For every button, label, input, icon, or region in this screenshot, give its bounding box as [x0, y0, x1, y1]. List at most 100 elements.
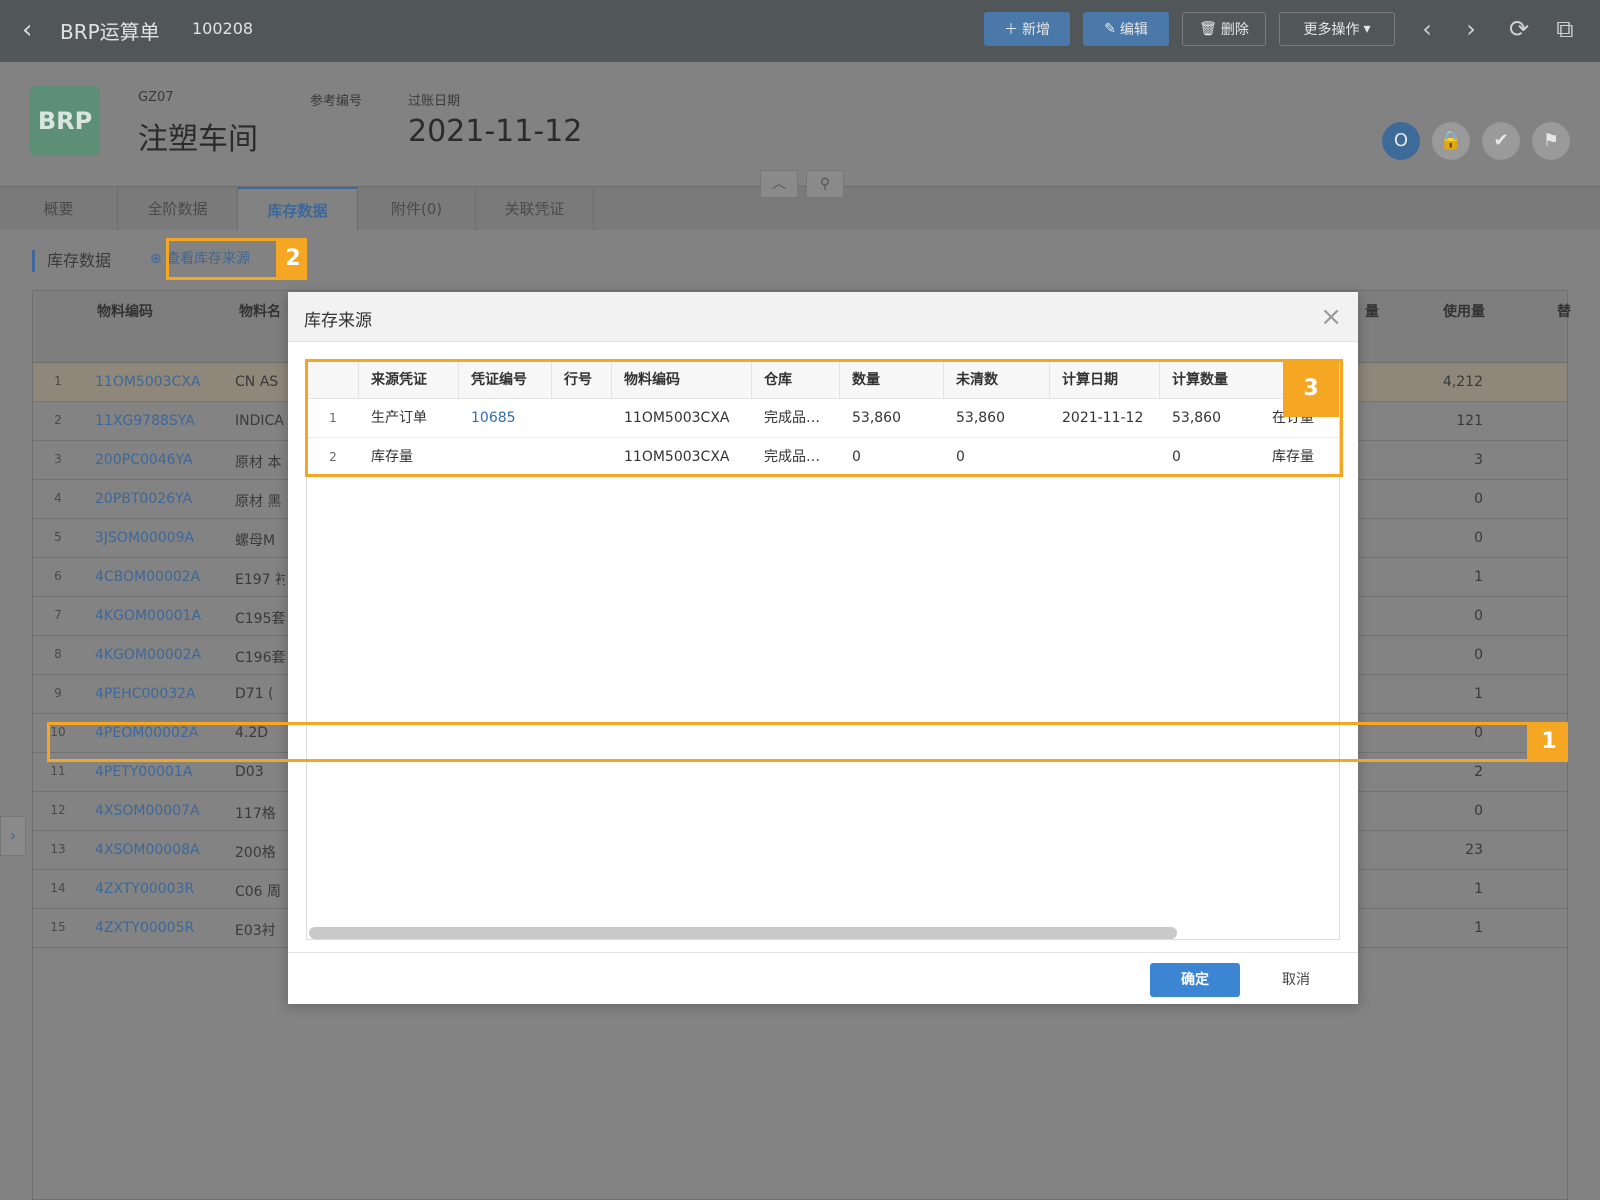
dialog-header: 库存来源 ×: [288, 292, 1358, 342]
callout-badge-3: 3: [1283, 361, 1339, 417]
lock-icon[interactable]: 🔒: [1432, 122, 1470, 160]
row-number: 4: [54, 491, 62, 505]
tab-related-vouchers[interactable]: 关联凭证: [476, 187, 594, 231]
document-header: BRP GZ07 注塑车间 参考编号 过账日期 2021-11-12 O 🔒 ✔…: [0, 62, 1600, 186]
back-chevron-icon[interactable]: ‹: [22, 16, 46, 44]
delete-button[interactable]: 🗑 删除: [1182, 12, 1266, 46]
edit-button[interactable]: ✎ 编辑: [1083, 12, 1169, 46]
usage-cell: 1: [1474, 686, 1483, 702]
document-number: 100208: [192, 19, 254, 38]
tab-overview[interactable]: 概要: [0, 187, 118, 231]
brp-logo: BRP: [30, 86, 100, 156]
refresh-icon[interactable]: ⟳: [1504, 14, 1534, 44]
tab-all-level-data[interactable]: 全阶数据: [118, 187, 238, 231]
material-code-link[interactable]: 11XG9788SYA: [95, 413, 195, 429]
material-name: C195套: [235, 611, 285, 627]
collapse-up-icon[interactable]: ︿: [760, 170, 798, 198]
open-external-icon[interactable]: ⧉: [1550, 14, 1580, 44]
reference-number-label: 参考编号: [310, 94, 363, 109]
usage-cell: 1: [1474, 920, 1483, 936]
more-actions-dropdown[interactable]: 更多操作 ▾: [1279, 12, 1395, 46]
workshop-name: 注塑车间: [138, 122, 258, 157]
material-code-link[interactable]: 4ZXTY00005R: [95, 920, 194, 936]
usage-cell: 0: [1474, 803, 1483, 819]
posting-date-label: 过账日期: [408, 94, 461, 109]
open-status-icon[interactable]: O: [1382, 122, 1420, 160]
row-number: 14: [50, 881, 66, 895]
callout-box-source-rows: [305, 359, 1343, 477]
new-button[interactable]: ＋新增: [984, 12, 1070, 46]
plus-icon: ＋: [1004, 22, 1018, 38]
row-number: 15: [50, 920, 66, 934]
dialog-footer: 确定 取消: [288, 952, 1358, 1004]
material-name: E197 衬: [235, 572, 285, 588]
material-code-link[interactable]: 4PEHC00032A: [95, 686, 196, 702]
material-code-link[interactable]: 4XSOM00007A: [95, 803, 200, 819]
usage-cell: 2: [1474, 764, 1483, 780]
material-name: 200格: [235, 845, 276, 861]
column-header-usage: 使用量: [1443, 304, 1485, 320]
material-code-link[interactable]: 11OM5003CXA: [95, 374, 201, 390]
pin-icon[interactable]: ⚲: [806, 170, 844, 198]
material-name: 原材 本: [235, 455, 282, 471]
flag-icon[interactable]: ⚑: [1532, 122, 1570, 160]
caret-down-icon: ▾: [1363, 21, 1371, 37]
usage-cell: 23: [1465, 842, 1483, 858]
material-code-link[interactable]: 4ZXTY00003R: [95, 881, 194, 897]
cancel-button[interactable]: 取消: [1266, 963, 1326, 997]
usage-cell: 1: [1474, 569, 1483, 585]
material-name: INDICA: [235, 413, 284, 429]
column-header-code: 物料编码: [97, 304, 153, 320]
material-name: 原材 黑: [235, 494, 282, 510]
plus-circle-icon: ⊕: [150, 251, 167, 267]
material-code-link[interactable]: 3JSOM00009A: [95, 530, 194, 546]
material-code-link[interactable]: 4PETY00001A: [95, 764, 192, 780]
previous-icon[interactable]: ‹: [1412, 14, 1442, 44]
row-number: 6: [54, 569, 62, 583]
usage-cell: 4,212: [1442, 374, 1483, 390]
callout-box-row-10: [47, 722, 1530, 762]
row-number: 9: [54, 686, 62, 700]
material-code-link[interactable]: 20PBT0026YA: [95, 491, 192, 507]
row-number: 1: [54, 374, 62, 388]
callout-badge-1: 1: [1530, 722, 1568, 762]
row-number: 7: [54, 608, 62, 622]
next-icon[interactable]: ›: [1456, 14, 1486, 44]
tab-attachments[interactable]: 附件(0): [358, 187, 476, 231]
row-number: 3: [54, 452, 62, 466]
workshop-code: GZ07: [138, 90, 174, 105]
close-icon[interactable]: ×: [1320, 302, 1342, 332]
row-number: 12: [50, 803, 66, 817]
material-name: 螺母M: [235, 533, 276, 549]
section-title: 库存数据: [32, 250, 111, 272]
column-header-extra: 替: [1557, 304, 1571, 320]
confirm-button[interactable]: 确定: [1150, 963, 1240, 997]
usage-cell: 3: [1474, 452, 1483, 468]
material-name: CN AS: [235, 374, 279, 390]
material-code-link[interactable]: 4KGOM00001A: [95, 608, 201, 624]
expand-panel-icon[interactable]: ›: [0, 816, 26, 856]
row-number: 8: [54, 647, 62, 661]
material-code-link[interactable]: 4CBOM00002A: [95, 569, 200, 585]
material-name: 117格: [235, 806, 276, 822]
approve-check-icon[interactable]: ✔: [1482, 122, 1520, 160]
material-name: C196套: [235, 650, 285, 666]
posting-date: 2021-11-12: [408, 114, 583, 149]
horizontal-scrollbar[interactable]: [309, 927, 1177, 939]
usage-cell: 0: [1474, 491, 1483, 507]
usage-cell: 0: [1474, 647, 1483, 663]
row-number: 13: [50, 842, 66, 856]
material-code-link[interactable]: 200PC0046YA: [95, 452, 193, 468]
column-header-name: 物料名: [239, 304, 281, 320]
trash-icon: 🗑: [1199, 21, 1217, 37]
callout-badge-2: 2: [279, 238, 307, 280]
tab-bar: 概要 全阶数据 库存数据 附件(0) 关联凭证: [0, 186, 1600, 231]
column-header-qty: 量: [1365, 304, 1379, 320]
row-number: 11: [50, 764, 66, 778]
tab-inventory-data[interactable]: 库存数据: [238, 187, 358, 231]
usage-cell: 1: [1474, 881, 1483, 897]
app-title: BRP运算单: [60, 20, 160, 44]
material-code-link[interactable]: 4KGOM00002A: [95, 647, 201, 663]
callout-box-view-source: [166, 238, 279, 280]
material-code-link[interactable]: 4XSOM00008A: [95, 842, 200, 858]
